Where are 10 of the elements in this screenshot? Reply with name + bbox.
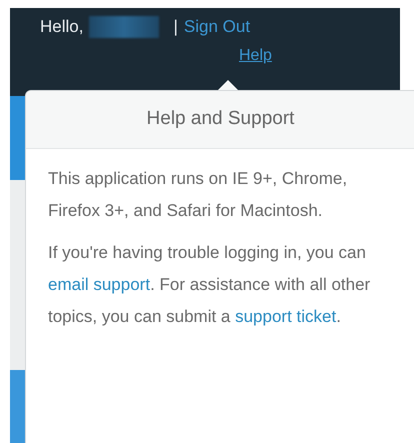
redacted-name-block — [89, 16, 160, 38]
support-link[interactable]: email support — [48, 274, 150, 294]
sign-out-link[interactable]: Sign Out — [184, 14, 250, 40]
help-paragraph: This application runs on IE 9+, Chrome, Firefox 3+, and Safari for Macintosh. — [48, 168, 348, 222]
separator-text: | — [173, 16, 178, 38]
greeting-text: Hello, — [40, 16, 84, 38]
popover-title: Help and Support — [26, 91, 414, 148]
help-paragraph: If you're having trouble logging in, you can email support. For assistance with all other topics, you can submit a support ticket. — [48, 242, 372, 328]
help-link[interactable]: Help — [239, 46, 272, 64]
support-link[interactable]: support ticket — [235, 306, 336, 326]
